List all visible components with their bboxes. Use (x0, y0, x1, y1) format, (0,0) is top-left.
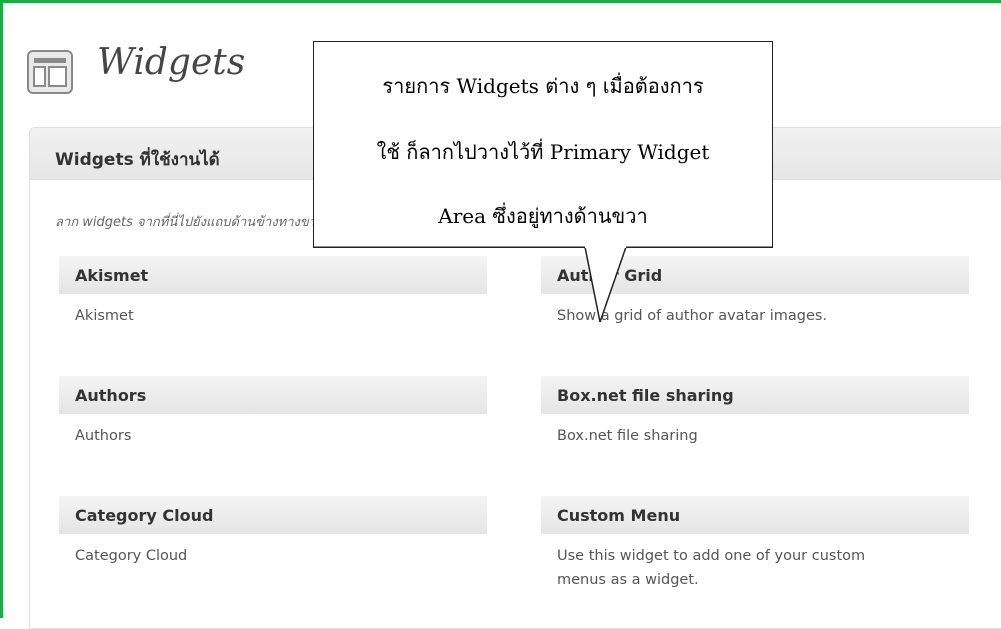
callout-bottom-border (313, 246, 773, 248)
